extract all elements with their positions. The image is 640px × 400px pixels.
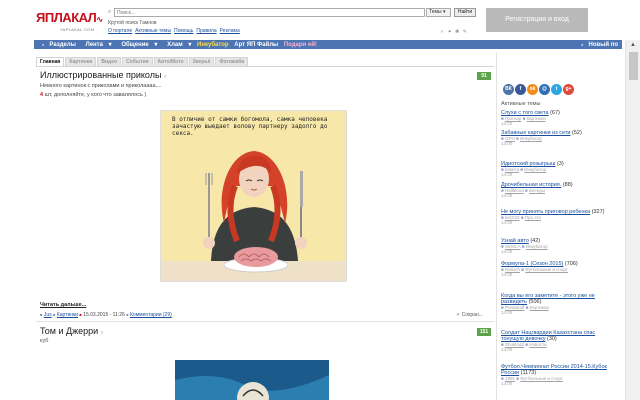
folder-icon: ■: [516, 376, 519, 381]
header-toolbar-icons[interactable]: ✓ ✦ ❃ ✎: [440, 29, 468, 35]
comment-icon: ■: [126, 312, 129, 317]
user-icon: ■: [40, 312, 43, 317]
scrollbar-thumb[interactable]: [629, 52, 638, 80]
nav-item-art-files[interactable]: Арт ЯП Файлы: [234, 41, 278, 49]
nav-item-incubator[interactable]: Инкубатор: [197, 41, 229, 49]
mailru-icon[interactable]: @: [539, 84, 550, 95]
active-topic[interactable]: Формула-1 (Сезон 2015) (706) ■ Ralloch ■…: [501, 261, 619, 277]
post-separator: [36, 321, 494, 322]
active-topic[interactable]: Забавные картинки из сети (52) ■ GPH ■ И…: [501, 130, 619, 146]
woman-eating-brain-illustration: [161, 151, 346, 281]
post-author-link[interactable]: Jus: [44, 312, 52, 318]
folder-icon: ■: [521, 244, 525, 249]
chevron-down-icon: ▾: [108, 42, 112, 48]
nav-item-sections[interactable]: ■ Разделы: [38, 40, 76, 49]
bullet-icon: ■: [42, 42, 45, 47]
post-comments-link[interactable]: Комментарии (29): [130, 312, 172, 318]
top-link-active-topics[interactable]: Активные темы: [135, 28, 171, 34]
search-scope-select[interactable]: Темы ▾: [426, 8, 451, 17]
active-topic[interactable]: Узнай авто (42) ■ SMOLA ■ Инкубатор 14:0…: [501, 238, 619, 254]
clock-icon: ■: [79, 312, 82, 317]
folder-icon: ■: [522, 116, 526, 121]
active-topics-title: Активные темы: [501, 101, 541, 107]
post-date: 15.03.2015 - 11:26: [83, 312, 125, 318]
nav-item-chat[interactable]: Общение ▾: [117, 41, 157, 49]
top-links: О портале Активные темы Помощь Правила Рекла…: [108, 28, 243, 34]
content-tabs: Главная Картинки Видео События Авто/Мото Звер…: [36, 57, 249, 67]
bullet-icon: ■: [581, 42, 584, 47]
active-topic[interactable]: Футбол.Чемпионат России 2014-15.Кубок Ро…: [501, 364, 619, 386]
folder-icon: ■: [525, 342, 528, 347]
folder-icon: ■: [52, 312, 56, 317]
sidebar-divider: [496, 52, 497, 400]
post2-title[interactable]: Том и Джерри ▿: [40, 326, 103, 336]
register-login-button[interactable]: Регистрация и вход: [486, 8, 588, 32]
post-score-badge: 91: [477, 72, 491, 80]
folder-icon: ■: [525, 188, 528, 193]
tabs-divider: [36, 66, 494, 67]
chevron-down-icon: ▾: [442, 9, 446, 15]
site-logo[interactable]: ЯПЛАКАЛ∿: [36, 10, 103, 25]
folder-icon: ■: [525, 305, 529, 310]
top-link-about[interactable]: О портале: [108, 28, 132, 34]
post-image[interactable]: В отличие от самки богомола, самка челов…: [160, 110, 347, 282]
active-topic[interactable]: Слухи с того света (67) ■ Грогнар ■ Карт…: [501, 110, 619, 126]
post-description: Немного картинок с приколами и приколааа…: [40, 83, 162, 89]
cartoon-thumbnail: [175, 360, 329, 400]
active-topic[interactable]: Идиотский розыгрыш (3) ■ katarra ■ Инкуб…: [501, 161, 619, 177]
search-scope-label: Темы: [429, 9, 442, 15]
nav-item-gift[interactable]: Подари ей!: [284, 41, 317, 49]
post-meta: ■ Jus ■ Картинки ■ 15.03.2015 - 11:26 ■ …: [40, 312, 172, 318]
nav-item-new-posts[interactable]: ■ Новый по: [577, 40, 618, 49]
folder-icon: ■: [520, 167, 523, 172]
odnoklassniki-icon[interactable]: ok: [527, 84, 538, 95]
read-more-link[interactable]: Читать дальше...: [40, 302, 86, 308]
folder-icon: ■: [521, 267, 524, 272]
chevron-down-icon: ▾: [188, 42, 192, 48]
nav-item-feed[interactable]: Лента ▾: [82, 41, 112, 49]
triangle-icon: ▿: [100, 330, 104, 336]
scroll-up-arrow-icon[interactable]: ▲: [630, 42, 636, 48]
top-link-rules[interactable]: Правила: [196, 28, 216, 34]
search-hint: Крутой поиск Гамнов: [108, 20, 157, 26]
search-icon: ⌕: [108, 9, 112, 15]
triangle-icon: ▿: [163, 74, 167, 80]
active-topic[interactable]: Когда вы его заметите - этого уже не раз…: [501, 293, 619, 315]
top-link-help[interactable]: Помощь: [174, 28, 193, 34]
twitter-icon[interactable]: t: [551, 84, 562, 95]
post-section-link[interactable]: Картинки: [57, 312, 78, 318]
social-share-bar: ВК f ok @ t g+: [503, 84, 575, 95]
google-plus-icon[interactable]: g+: [563, 84, 574, 95]
search-button[interactable]: Найти: [454, 8, 476, 17]
active-topic[interactable]: Солдат Нацгвардии Казахстана спас тонущу…: [501, 330, 619, 352]
post2-description: куб: [40, 338, 49, 344]
top-link-ads[interactable]: Реклама: [220, 28, 240, 34]
save-post-link[interactable]: ✧ Сохран...: [456, 312, 483, 318]
search-input[interactable]: [114, 8, 425, 17]
nav-item-junk[interactable]: Хлам ▾: [163, 41, 191, 49]
site-logo-subtext: YAPLAKAL.COM: [60, 27, 95, 32]
post2-score-badge: 151: [477, 328, 491, 336]
main-nav: ■ Разделы Лента ▾ Общение ▾ Хлам ▾ Инкуба…: [34, 40, 622, 49]
chevron-down-icon: ▾: [154, 42, 158, 48]
active-topic[interactable]: Дрочибельная история. (88) ■ Hallblood ■…: [501, 182, 619, 198]
folder-icon: ■: [516, 136, 519, 141]
save-icon: ✧: [456, 312, 461, 318]
page-scrollbar[interactable]: ▲: [625, 40, 640, 400]
folder-icon: ■: [520, 215, 524, 220]
facebook-icon[interactable]: f: [515, 84, 526, 95]
post2-image[interactable]: [175, 360, 329, 400]
post-description-line2: 4 шт, дополняйте, у кого что завалялось …: [40, 92, 147, 98]
vk-icon[interactable]: ВК: [503, 84, 514, 95]
active-topic[interactable]: Не могу принять приговор ребенка (327) ■…: [501, 209, 619, 225]
post-title[interactable]: Иллюстрированные приколы ▿: [40, 70, 167, 80]
